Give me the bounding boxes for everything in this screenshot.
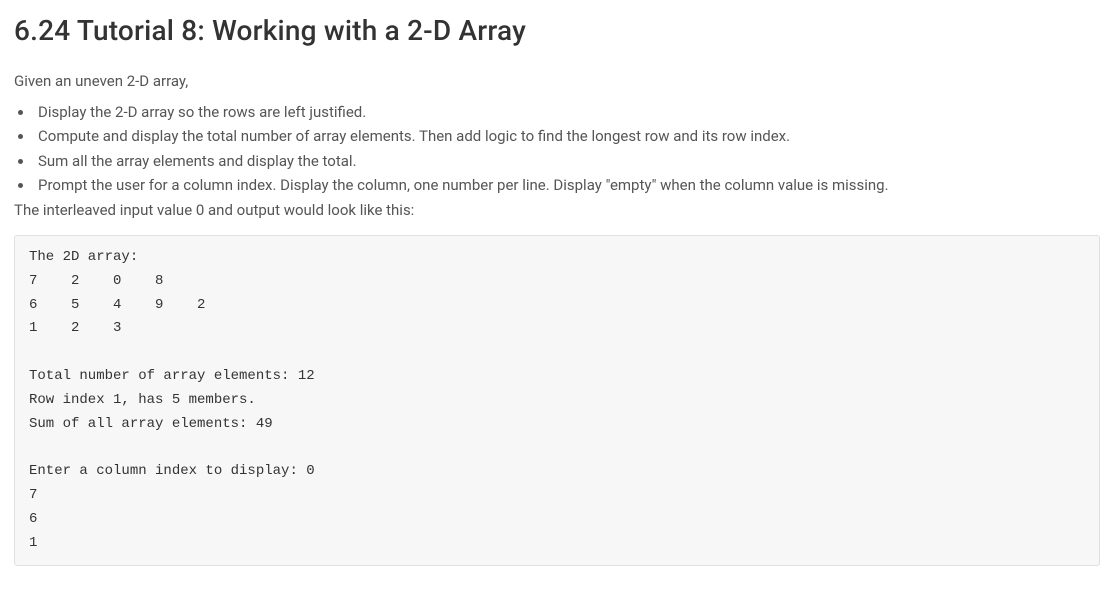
bullet-list: Display the 2-D array so the rows are le… xyxy=(34,101,1100,197)
list-item: Sum all the array elements and display t… xyxy=(34,150,1100,173)
list-item: Compute and display the total number of … xyxy=(34,125,1100,148)
page-title: 6.24 Tutorial 8: Working with a 2-D Arra… xyxy=(14,10,1100,52)
list-item: Prompt the user for a column index. Disp… xyxy=(34,174,1100,197)
after-list-text: The interleaved input value 0 and output… xyxy=(14,199,1100,222)
code-output: The 2D array: 7 2 0 8 6 5 4 9 2 1 2 3 To… xyxy=(14,235,1100,566)
list-item: Display the 2-D array so the rows are le… xyxy=(34,101,1100,124)
intro-text: Given an uneven 2-D array, xyxy=(14,70,1100,93)
